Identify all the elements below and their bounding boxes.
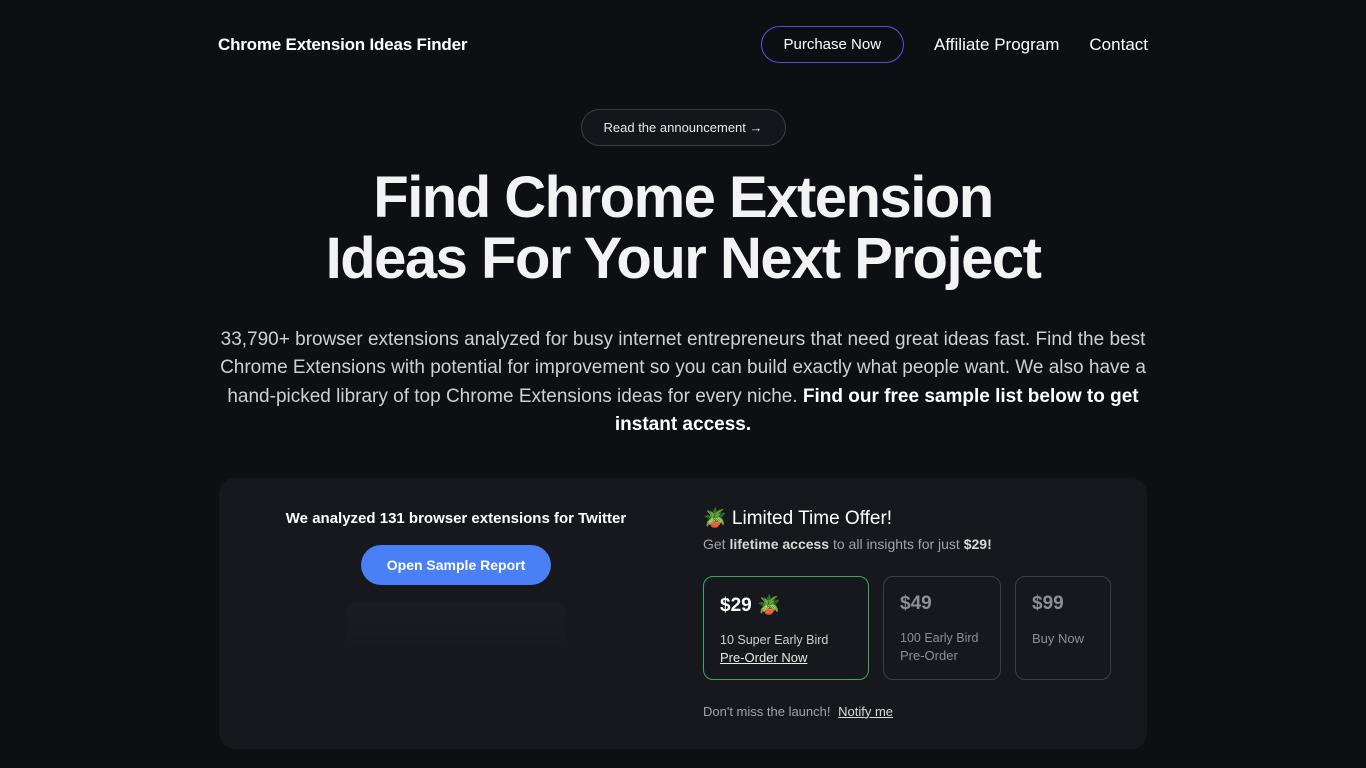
cta-panel: We analyzed 131 browser extensions for T…: [219, 478, 1147, 749]
sample-preview-placeholder: [346, 603, 566, 653]
offer-sub-prefix: Get: [703, 536, 729, 552]
offer-sub-bold1: lifetime access: [729, 536, 829, 552]
tier-action: Pre-Order Now: [720, 650, 852, 665]
tier-availability: 100 Early Bird: [900, 631, 984, 645]
tier-action: Buy Now: [1032, 631, 1094, 646]
offer-sub-mid: to all insights for just: [829, 536, 964, 552]
notify-me-link[interactable]: Notify me: [838, 704, 893, 719]
sample-report-column: We analyzed 131 browser extensions for T…: [249, 506, 663, 719]
nav-contact[interactable]: Contact: [1089, 35, 1148, 55]
site-logo[interactable]: Chrome Extension Ideas Finder: [218, 35, 467, 55]
hero-title-line2: Ideas For Your Next Project: [326, 226, 1041, 291]
purchase-now-button[interactable]: Purchase Now: [761, 26, 905, 63]
tier-price: $29 🪴: [720, 593, 852, 617]
main-nav: Purchase Now Affiliate Program Contact: [761, 26, 1149, 63]
pricing-tiers: $29 🪴 10 Super Early Bird Pre-Order Now …: [703, 576, 1117, 680]
tier-price: $99: [1032, 593, 1094, 615]
tier-price: $49: [900, 593, 984, 615]
pricing-column: 🪴 Limited Time Offer! Get lifetime acces…: [703, 506, 1117, 719]
nav-affiliate[interactable]: Affiliate Program: [934, 35, 1059, 55]
analyzed-count-text: We analyzed 131 browser extensions for T…: [286, 510, 626, 527]
hero-section: Read the announcement → Find Chrome Exte…: [0, 89, 1366, 440]
hero-title: Find Chrome Extension Ideas For Your Nex…: [0, 168, 1366, 290]
tier-availability: 10 Super Early Bird: [720, 633, 852, 647]
announcement-link[interactable]: Read the announcement →: [581, 109, 786, 146]
offer-subtitle: Get lifetime access to all insights for …: [703, 536, 1117, 552]
pricing-tier-49[interactable]: $49 100 Early Bird Pre-Order: [883, 576, 1001, 680]
offer-title: 🪴 Limited Time Offer!: [703, 506, 1117, 530]
open-sample-report-button[interactable]: Open Sample Report: [361, 545, 551, 585]
pricing-tier-99[interactable]: $99 Buy Now: [1015, 576, 1111, 680]
notify-text: Don't miss the launch!: [703, 704, 831, 719]
hero-title-line1: Find Chrome Extension: [373, 165, 992, 230]
hero-subtitle: 33,790+ browser extensions analyzed for …: [218, 326, 1148, 440]
notify-row: Don't miss the launch! Notify me: [703, 704, 1117, 719]
pricing-tier-29[interactable]: $29 🪴 10 Super Early Bird Pre-Order Now: [703, 576, 869, 680]
tier-action: Pre-Order: [900, 648, 984, 663]
header: Chrome Extension Ideas Finder Purchase N…: [0, 0, 1366, 89]
offer-sub-bold2: $29!: [964, 536, 992, 552]
